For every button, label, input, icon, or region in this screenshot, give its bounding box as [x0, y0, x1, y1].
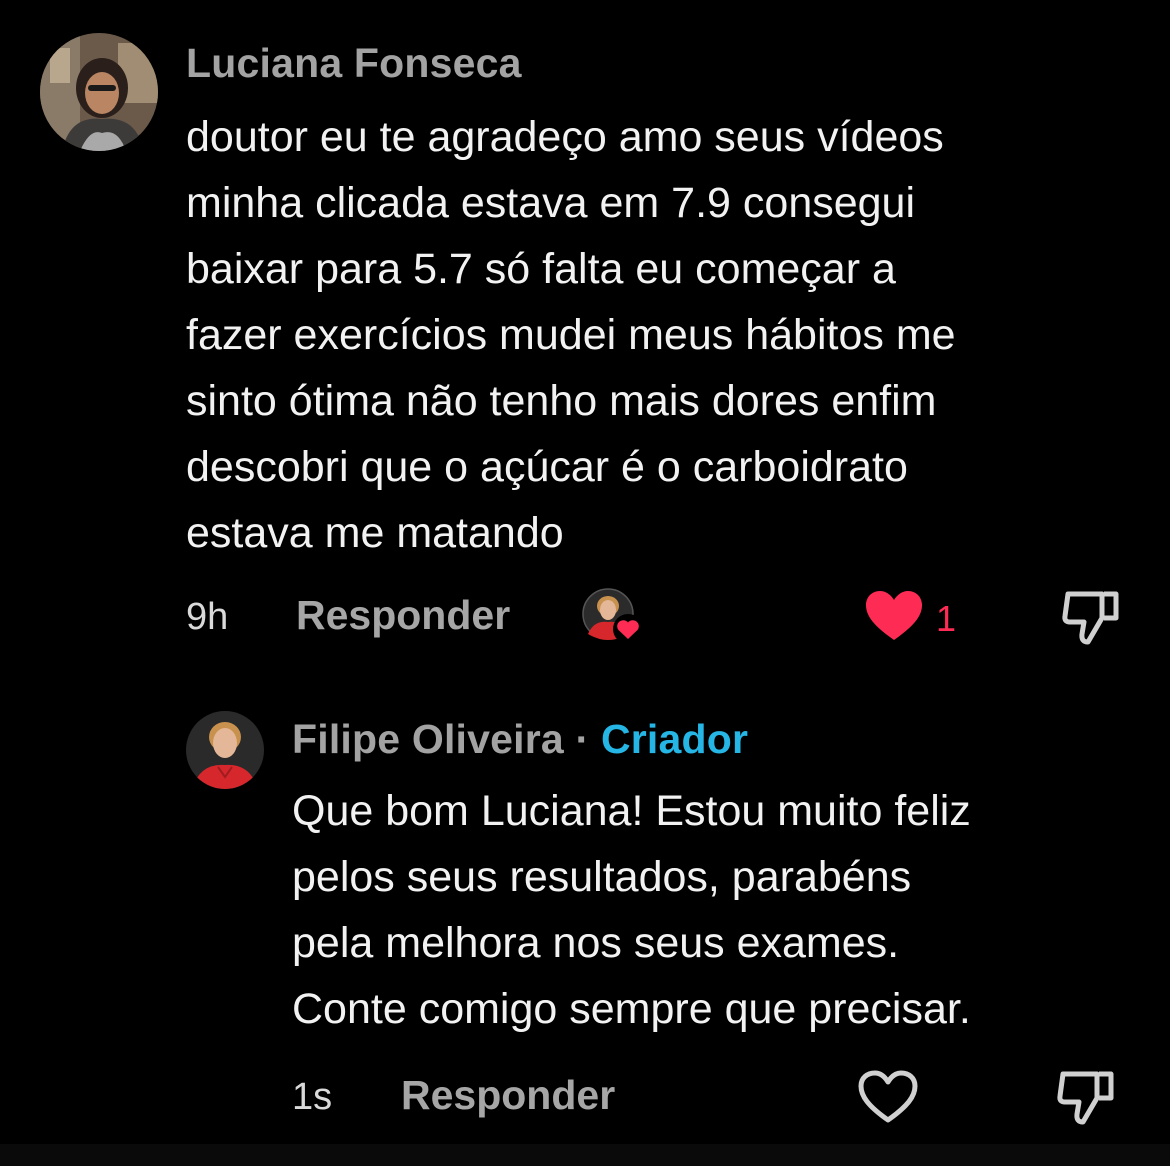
reply-timestamp: 1s	[292, 1076, 333, 1118]
reply-button[interactable]: Responder	[401, 1072, 615, 1119]
comment-text: doutor eu te agradeço amo seus vídeos mi…	[186, 113, 956, 557]
reply-author-name[interactable]: Filipe Oliveira	[292, 716, 564, 762]
avatar-filipe[interactable]	[186, 711, 264, 789]
like-count: 1	[936, 598, 957, 639]
heart-outline-icon[interactable]	[858, 1070, 918, 1124]
author-separator: ·	[575, 716, 590, 762]
reply-author-line: Filipe Oliveira · Criador	[292, 716, 748, 763]
comment-author-name[interactable]: Luciana Fonseca	[186, 40, 522, 87]
comment-timestamp: 9h	[186, 596, 229, 638]
creator-liked-avatar	[582, 588, 644, 646]
reply-text: Que bom Luciana! Estou muito feliz pelos…	[292, 787, 971, 1033]
thumbs-down-icon[interactable]	[1055, 1068, 1117, 1126]
bottom-divider	[0, 1144, 1170, 1166]
heart-filled-icon[interactable]	[864, 590, 924, 642]
thumbs-down-icon[interactable]	[1060, 588, 1122, 646]
reply-button[interactable]: Responder	[296, 592, 510, 639]
creator-badge: Criador	[600, 716, 749, 762]
avatar-luciana[interactable]	[40, 33, 158, 151]
